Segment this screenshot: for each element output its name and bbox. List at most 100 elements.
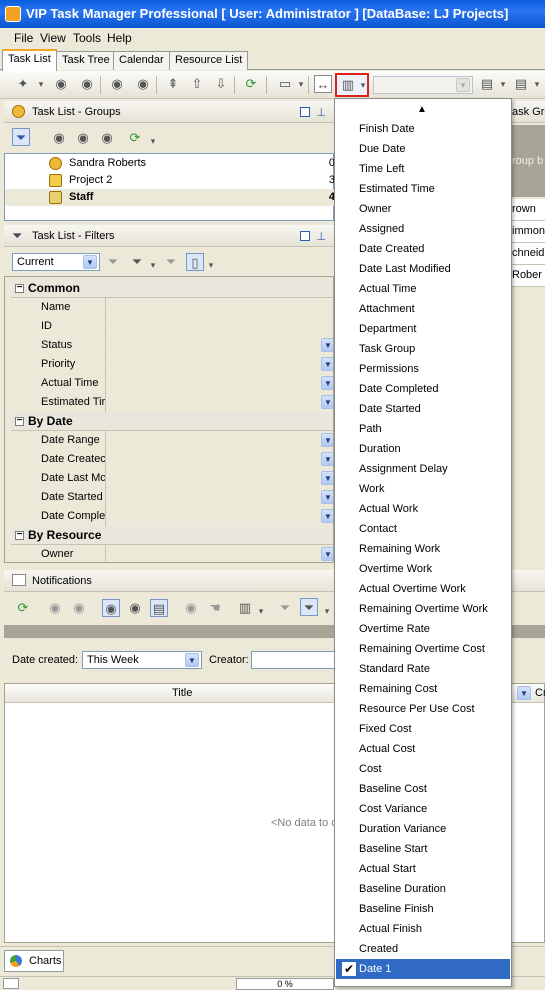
inbox-icon[interactable]: ◉ — [102, 599, 120, 617]
new-task-icon[interactable]: ✦ — [14, 75, 32, 93]
clear-filter-icon[interactable]: ⏷ — [162, 253, 180, 271]
columns-chooser-button[interactable]: ▥ ▾ — [335, 73, 369, 97]
task-row[interactable]: immons — [512, 221, 545, 243]
menu-item-column[interactable]: Duration — [336, 439, 510, 459]
menu-item-column[interactable]: Duration Variance — [336, 819, 510, 839]
tree-row[interactable]: Project 2 3 — [5, 172, 337, 189]
menu-item-column[interactable]: Contact — [336, 519, 510, 539]
copy-task-icon[interactable]: ◉ — [108, 75, 126, 93]
creator-field[interactable] — [251, 651, 341, 669]
filter-category[interactable]: − By Resource — [11, 526, 333, 545]
menu-item-column[interactable]: Time Left — [336, 159, 510, 179]
view-combo[interactable]: ▼ — [373, 76, 473, 94]
edit-task-icon[interactable]: ◉ — [52, 75, 70, 93]
menu-item-column[interactable]: Task Group — [336, 339, 510, 359]
task-row[interactable]: chneid — [512, 243, 545, 265]
filter-icon[interactable]: ⏷ — [300, 598, 318, 616]
menu-item-column[interactable]: Remaining Overtime Work — [336, 599, 510, 619]
menu-item-column[interactable]: Overtime Rate — [336, 619, 510, 639]
column-header-title[interactable]: Title — [172, 687, 192, 699]
move-up-icon[interactable]: ⇧ — [188, 75, 206, 93]
chevron-down-icon[interactable]: ▾ — [252, 602, 270, 620]
tab-charts[interactable]: Charts — [4, 950, 64, 972]
filter-category[interactable]: − By Date — [11, 412, 333, 431]
menu-item-column[interactable]: Actual Start — [336, 859, 510, 879]
menu-item-column[interactable]: Baseline Duration — [336, 879, 510, 899]
menu-item-column[interactable]: Work — [336, 479, 510, 499]
menu-item-column[interactable]: Resource Per Use Cost — [336, 699, 510, 719]
filter-row[interactable]: Date Last Mc ▼ — [11, 469, 333, 488]
menu-file[interactable]: File — [14, 31, 33, 45]
delete-task-icon[interactable]: ◉ — [78, 75, 96, 93]
chevron-down-icon[interactable]: ▾ — [494, 75, 512, 93]
filter-row[interactable]: Owner ▼ — [11, 545, 333, 562]
menu-item-column[interactable]: Remaining Overtime Cost — [336, 639, 510, 659]
filter-row[interactable]: Date Range ▼ — [11, 431, 333, 450]
filter-category[interactable]: − Common — [11, 279, 333, 298]
note-icon[interactable]: ▤ — [150, 599, 168, 617]
refresh-icon[interactable]: ⟳ — [242, 75, 260, 93]
menu-item-column[interactable]: Actual Overtime Work — [336, 579, 510, 599]
menu-item-column[interactable]: Remaining Work — [336, 539, 510, 559]
task-row[interactable]: Rober — [512, 265, 545, 287]
task-icon[interactable]: ◉ — [126, 599, 144, 617]
restore-icon[interactable] — [300, 107, 310, 117]
menu-item-column[interactable]: Assigned — [336, 219, 510, 239]
menu-item-column[interactable]: Department — [336, 319, 510, 339]
view-icon[interactable]: ◉ — [182, 599, 200, 617]
filter-row[interactable]: Actual Time ▼ — [11, 374, 333, 393]
menu-item-column[interactable]: Actual Cost — [336, 739, 510, 759]
menu-item-column[interactable]: Actual Time — [336, 279, 510, 299]
restore-icon[interactable] — [300, 231, 310, 241]
filter-preset-select[interactable]: Current ▼ — [12, 253, 100, 271]
menu-item-column[interactable]: Baseline Cost — [336, 779, 510, 799]
read-icon[interactable]: ◉ — [46, 599, 64, 617]
tab-task-tree[interactable]: Task Tree — [56, 51, 116, 70]
menu-item-column[interactable]: Fixed Cost — [336, 719, 510, 739]
menu-item-column[interactable]: ✔ Date 1 — [336, 959, 510, 979]
paste-task-icon[interactable]: ◉ — [134, 75, 152, 93]
chevron-down-icon[interactable]: ▾ — [32, 75, 50, 93]
refresh-icon[interactable]: ⟳ — [126, 129, 144, 147]
edit-group-icon[interactable]: ◉ — [74, 129, 92, 147]
menu-item-column[interactable]: Date Completed — [336, 379, 510, 399]
menu-item-column[interactable]: Baseline Start — [336, 839, 510, 859]
task-row[interactable]: rown — [512, 199, 545, 221]
menu-view[interactable]: View — [40, 31, 66, 45]
move-top-icon[interactable]: ⇞ — [164, 75, 182, 93]
filter-icon[interactable]: ⏷ — [104, 253, 122, 271]
menu-item-column[interactable]: Assignment Delay — [336, 459, 510, 479]
chevron-down-icon[interactable]: ▾ — [202, 256, 220, 274]
menu-item-column[interactable]: Attachment — [336, 299, 510, 319]
pin-icon[interactable]: ⊥ — [316, 230, 326, 243]
pin-icon[interactable]: ⊥ — [316, 106, 326, 119]
menu-item-column[interactable]: Actual Work — [336, 499, 510, 519]
menu-item-column[interactable]: Date Last Modified — [336, 259, 510, 279]
menu-item-column[interactable]: Baseline Finish — [336, 899, 510, 919]
menu-item-column[interactable]: Due Date — [336, 139, 510, 159]
add-group-icon[interactable]: ◉ — [50, 129, 68, 147]
autofit-columns-icon[interactable]: ↔ — [314, 75, 332, 93]
filter-row[interactable]: Date Createc ▼ — [11, 450, 333, 469]
filter-row[interactable]: Status ▼ — [11, 336, 333, 355]
tab-calendar[interactable]: Calendar — [113, 51, 170, 70]
menu-item-column[interactable]: Path — [336, 419, 510, 439]
menu-item-column[interactable]: Actual Finish — [336, 919, 510, 939]
filter-row[interactable]: Name — [11, 298, 333, 317]
menu-item-column[interactable]: Overtime Work — [336, 559, 510, 579]
tree-row-selected[interactable]: Staff 4 — [5, 189, 337, 206]
tree-row[interactable]: Sandra Roberts 0 — [5, 155, 337, 172]
filter-icon[interactable]: ⏷ — [12, 128, 30, 146]
menu-item-column[interactable]: Finish Date — [336, 119, 510, 139]
menu-tools[interactable]: Tools — [73, 31, 101, 45]
menu-item-column[interactable]: Created — [336, 939, 510, 959]
menu-item-column[interactable]: Cost Variance — [336, 799, 510, 819]
menu-item-column[interactable]: Permissions — [336, 359, 510, 379]
menu-item-column[interactable]: Cost — [336, 759, 510, 779]
delete-group-icon[interactable]: ◉ — [98, 129, 116, 147]
menu-item-column[interactable]: Standard Rate — [336, 659, 510, 679]
menu-item-column[interactable]: Owner — [336, 199, 510, 219]
chevron-down-icon[interactable]: ▾ — [144, 256, 162, 274]
move-down-icon[interactable]: ⇩ — [212, 75, 230, 93]
menu-help[interactable]: Help — [107, 31, 132, 45]
